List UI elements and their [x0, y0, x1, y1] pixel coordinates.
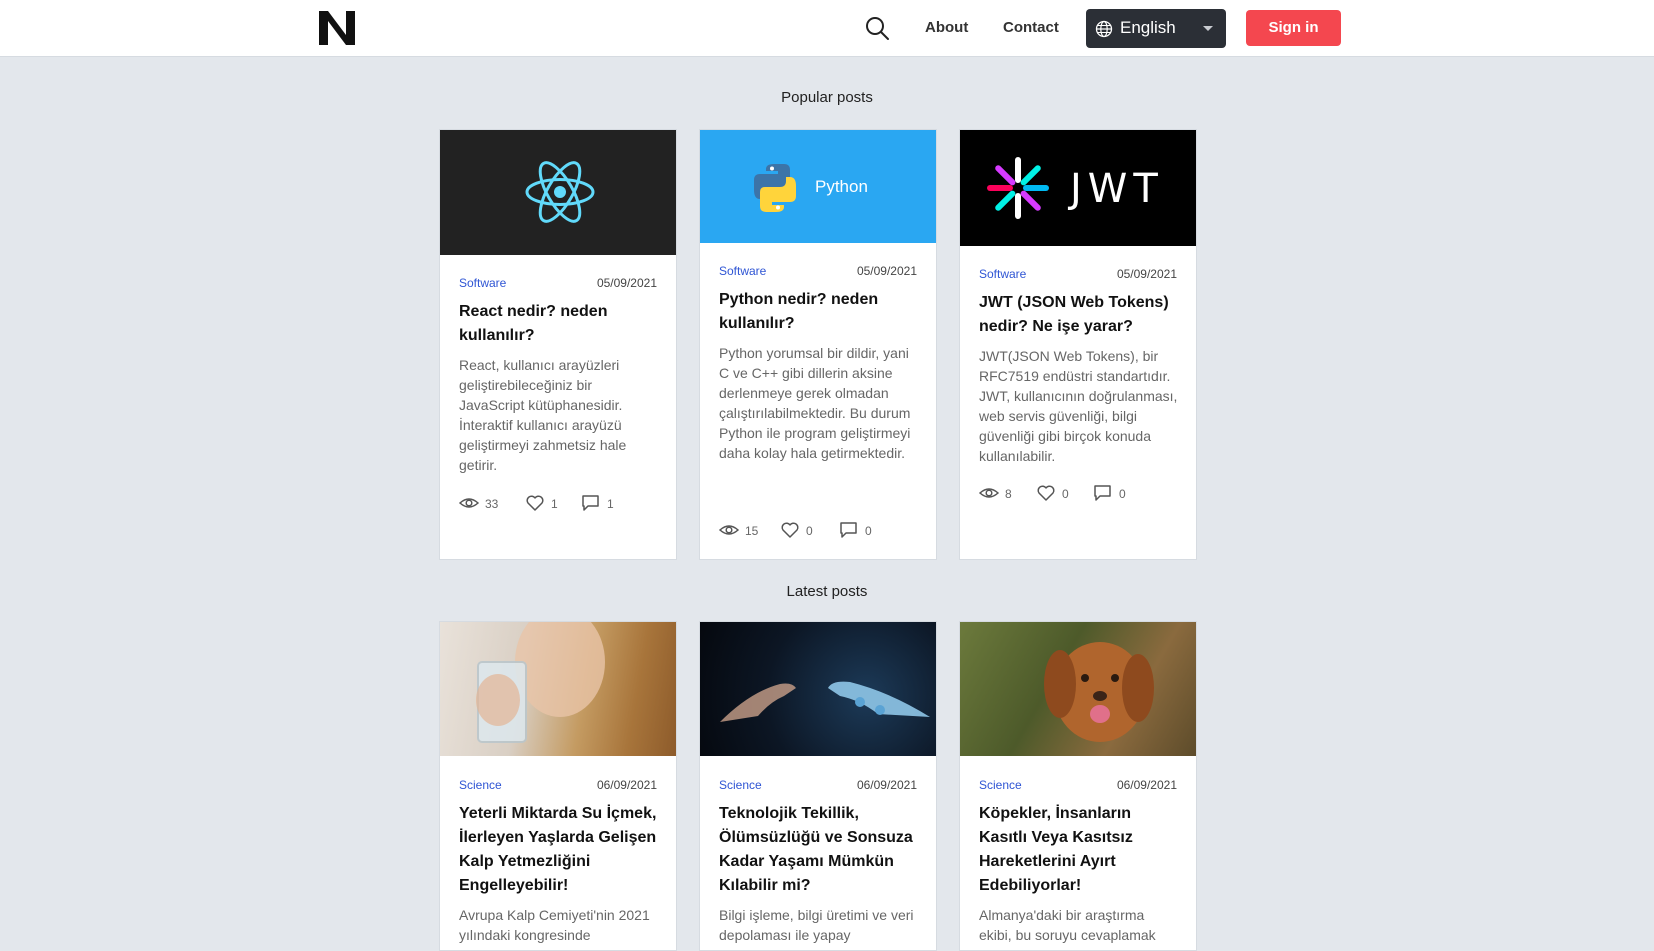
- post-category[interactable]: Software: [979, 267, 1026, 281]
- heart-icon[interactable]: [780, 521, 800, 539]
- post-title[interactable]: JWT (JSON Web Tokens) nedir? Ne işe yara…: [979, 291, 1181, 339]
- eye-icon: [719, 525, 739, 535]
- post-title[interactable]: Köpekler, İnsanların Kasıtlı Veya Kasıts…: [979, 802, 1181, 898]
- post-date: 05/09/2021: [1116, 267, 1177, 281]
- post-card[interactable]: Science 06/09/2021 Yeterli Miktarda Su İ…: [439, 621, 677, 951]
- heart-icon[interactable]: [1036, 484, 1056, 502]
- search-icon[interactable]: [864, 15, 890, 41]
- post-title[interactable]: Teknolojik Tekillik, Ölümsüzlüğü ve Sons…: [719, 802, 921, 898]
- python-logo-icon: Python: [754, 164, 868, 212]
- python-wordmark: Python: [815, 177, 868, 196]
- post-category[interactable]: Science: [979, 778, 1022, 792]
- comment-icon[interactable]: [1093, 484, 1113, 502]
- comment-icon[interactable]: [839, 521, 859, 539]
- globe-icon: [1095, 20, 1113, 38]
- popular-posts-heading: Popular posts: [781, 89, 873, 106]
- nav-about-link[interactable]: About: [925, 19, 968, 36]
- post-thumbnail: [440, 130, 676, 255]
- post-card[interactable]: JWT Software 05/09/2021 JWT (JSON Web To…: [959, 129, 1197, 560]
- comment-icon[interactable]: [581, 494, 601, 512]
- eye-icon: [459, 498, 479, 508]
- woman-drinking-water-photo: [440, 622, 676, 756]
- post-view-count: 15: [745, 524, 759, 538]
- post-excerpt: JWT(JSON Web Tokens), bir RFC7519 endüst…: [979, 348, 1178, 464]
- post-thumbnail: JWT: [960, 130, 1196, 246]
- post-comment-count: 0: [1119, 487, 1126, 501]
- post-card[interactable]: Python Software 05/09/2021 Python nedir?…: [699, 129, 937, 560]
- post-date: 06/09/2021: [596, 778, 657, 792]
- post-card[interactable]: Science 06/09/2021 Köpekler, İnsanların …: [959, 621, 1197, 951]
- dog-photo: [960, 622, 1196, 756]
- human-robot-hands-photo: [700, 622, 936, 756]
- jwt-logo-icon: JWT: [987, 157, 1164, 219]
- language-selected-label: English: [1120, 18, 1176, 37]
- post-date: 05/09/2021: [596, 276, 657, 290]
- post-like-count: 0: [806, 524, 813, 538]
- language-select[interactable]: English: [1086, 9, 1226, 48]
- post-title[interactable]: Yeterli Miktarda Su İçmek, İlerleyen Yaş…: [459, 802, 661, 898]
- post-thumbnail: Python: [700, 130, 936, 243]
- post-category[interactable]: Science: [719, 778, 762, 792]
- top-navbar: About Contact English Sign in: [0, 0, 1654, 57]
- post-comment-count: 1: [607, 497, 614, 511]
- post-title[interactable]: React nedir? neden kullanılır?: [459, 300, 661, 348]
- post-view-count: 8: [1005, 487, 1012, 501]
- chevron-down-icon: [1203, 26, 1213, 31]
- post-excerpt: React, kullanıcı arayüzleri geliştirebil…: [459, 357, 627, 473]
- jwt-wordmark: JWT: [1067, 166, 1164, 212]
- post-comment-count: 0: [865, 524, 872, 538]
- site-logo[interactable]: [317, 9, 357, 47]
- latest-posts-heading: Latest posts: [786, 583, 868, 600]
- post-date: 06/09/2021: [856, 778, 917, 792]
- post-card[interactable]: Science 06/09/2021 Teknolojik Tekillik, …: [699, 621, 937, 951]
- post-date: 05/09/2021: [856, 264, 917, 278]
- post-category[interactable]: Software: [719, 264, 766, 278]
- post-date: 06/09/2021: [1116, 778, 1177, 792]
- heart-icon[interactable]: [525, 494, 545, 512]
- post-like-count: 0: [1062, 487, 1069, 501]
- post-excerpt: Python yorumsal bir dildir, yani C ve C+…: [719, 345, 911, 461]
- post-excerpt: Almanya'daki bir araştırma ekibi, bu sor…: [979, 907, 1156, 943]
- post-like-count: 1: [551, 497, 558, 511]
- nav-contact-link[interactable]: Contact: [1003, 19, 1059, 36]
- post-category[interactable]: Software: [459, 276, 506, 290]
- post-excerpt: Bilgi işleme, bilgi üretimi ve veri depo…: [719, 907, 914, 943]
- react-logo-icon: [525, 161, 595, 223]
- post-view-count: 33: [485, 497, 499, 511]
- post-category[interactable]: Science: [459, 778, 502, 792]
- sign-in-button[interactable]: Sign in: [1246, 10, 1341, 46]
- eye-icon: [979, 488, 999, 498]
- post-card[interactable]: Software 05/09/2021 React nedir? neden k…: [439, 129, 677, 560]
- post-title[interactable]: Python nedir? neden kullanılır?: [719, 288, 921, 336]
- post-excerpt: Avrupa Kalp Cemiyeti'nin 2021 yılındaki …: [459, 907, 650, 943]
